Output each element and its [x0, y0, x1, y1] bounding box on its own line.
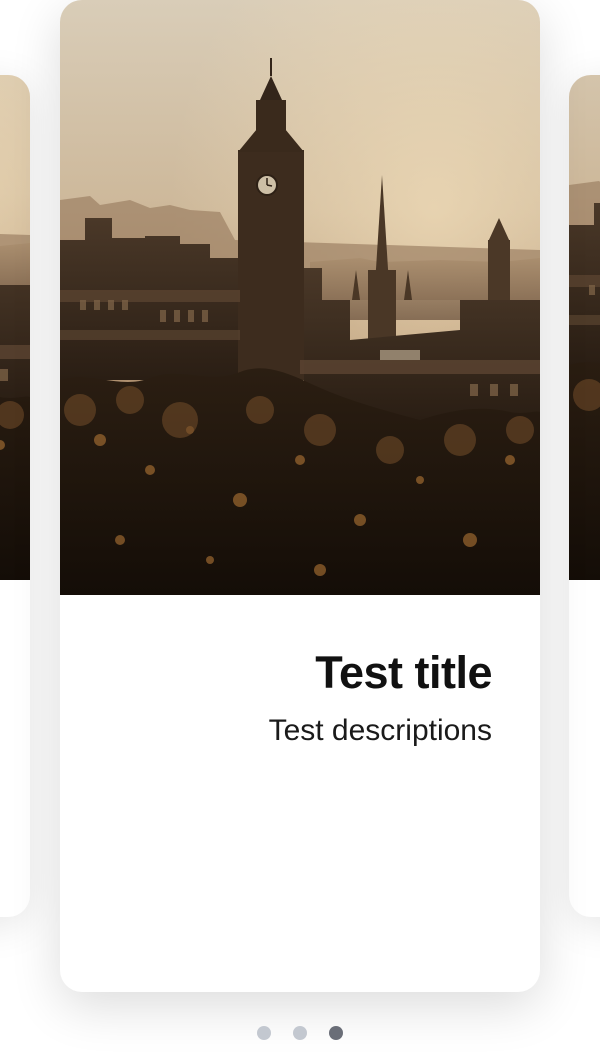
previous-slide-photo	[0, 75, 30, 580]
slide-title: Test title	[315, 647, 492, 698]
previous-slide-card[interactable]	[0, 75, 30, 917]
slide-content: Test title Test descriptions	[60, 595, 540, 992]
pagination-dots	[0, 1026, 600, 1042]
next-slide-card[interactable]	[569, 75, 600, 917]
slide-description: Test descriptions	[268, 714, 492, 747]
pagination-dot-3[interactable]	[329, 1026, 343, 1040]
pagination-dot-2[interactable]	[293, 1026, 307, 1040]
slide-photo	[60, 0, 540, 595]
carousel: Test title Test descriptions	[0, 0, 600, 1060]
next-slide-photo	[569, 75, 600, 580]
active-slide-card[interactable]: Test title Test descriptions	[60, 0, 540, 992]
pagination-dot-1[interactable]	[257, 1026, 271, 1040]
